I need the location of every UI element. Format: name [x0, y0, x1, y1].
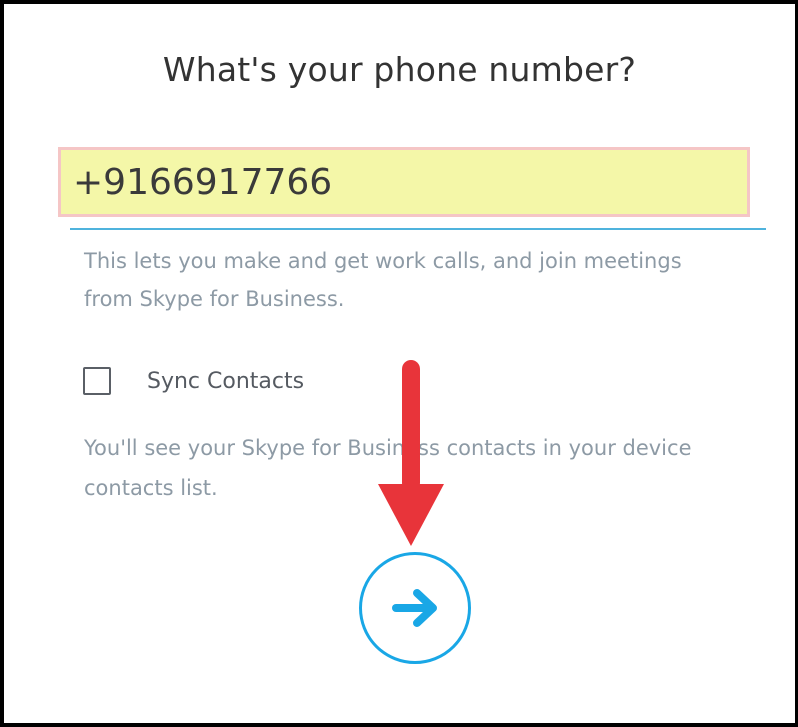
arrow-down-icon [378, 360, 444, 546]
sync-contacts-row[interactable]: Sync Contacts [83, 364, 304, 398]
screen-frame: What's your phone number? This lets you … [0, 0, 798, 727]
phone-number-input[interactable] [61, 150, 747, 214]
input-underline [70, 228, 766, 230]
sync-contacts-label[interactable]: Sync Contacts [147, 369, 304, 394]
phone-field-container[interactable] [58, 147, 750, 217]
page-title: What's your phone number? [162, 50, 637, 89]
helper-text: This lets you make and get work calls, a… [84, 249, 682, 311]
next-button[interactable] [359, 552, 471, 664]
sync-contacts-checkbox[interactable] [83, 367, 111, 395]
arrow-right-icon [392, 589, 437, 627]
